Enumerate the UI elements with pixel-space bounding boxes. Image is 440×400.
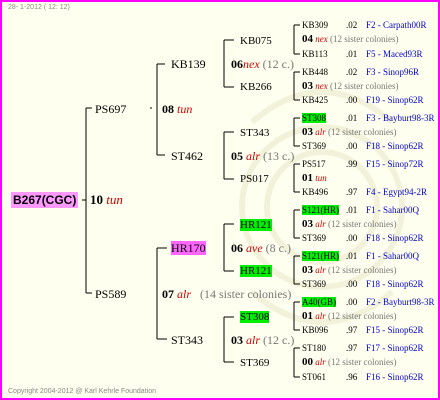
root-generation: 10 tun — [90, 192, 123, 207]
g2-generation: 08 tun — [162, 102, 193, 116]
g4-node[interactable]: HR121 — [240, 264, 272, 278]
g5-row[interactable]: S121(HR) .01 F1 - Sahar00Q — [302, 251, 419, 262]
g5-row[interactable]: KB496.97 F4 - Egypt94-2R — [302, 187, 427, 198]
g5-row[interactable]: PS517.99 F15 - Sinop72R — [302, 159, 424, 170]
g4-node[interactable]: PS017 — [240, 172, 269, 186]
g5-row[interactable]: KB096.97 F15 - Sinop62R — [302, 325, 424, 336]
g5-row[interactable]: KB448.02 F3 - Sinop96R — [302, 67, 419, 78]
g5-row[interactable]: ST369.00 F18 - Sinop62R — [302, 141, 424, 152]
g4-generation: 03 alr (12 sister colonies) — [302, 126, 397, 138]
g5-row[interactable]: ST369.00 F18 - Sinop62R — [302, 233, 424, 244]
g5-row[interactable]: KB309.02 F2 - Carpath00R — [302, 20, 427, 31]
g4-generation: 03 nex (12 sister colonies) — [302, 80, 399, 92]
g2-node[interactable]: PS697 — [95, 102, 126, 116]
g4-node[interactable]: KB075 — [240, 34, 272, 48]
g4-node[interactable]: ST308 — [240, 310, 270, 324]
g3-node[interactable]: KB139 — [171, 57, 206, 71]
g4-node[interactable]: ST369 — [240, 356, 269, 370]
g5-row[interactable]: ST308.01 F3 - Bayburt98-3R — [302, 113, 435, 124]
g3-generation: 06 ave (8 c.) — [231, 241, 291, 255]
g4-generation: 03 alr (12 sister colonies) — [302, 264, 397, 276]
g4-generation: 01 tun — [302, 172, 327, 184]
g5-row[interactable]: ST061.96 F16 - Sinop62R — [302, 372, 424, 383]
g4-generation: 03 alr (12 sister colonies) — [302, 218, 397, 230]
g2-generation: 07 alr (14 sister colonies) — [162, 287, 292, 301]
g3-generation: 05 alr (13 c.) — [231, 149, 295, 163]
g3-node[interactable]: ST343 — [171, 333, 203, 347]
g5-row[interactable]: A40(GB) .00 F2 - Bayburt98-3R — [302, 297, 435, 308]
root-queen[interactable]: B267(CGC) — [11, 192, 79, 208]
g5-row[interactable]: KB425.00 F19 - Sinop62R — [302, 95, 424, 106]
g4-generation: 04 nex (12 sister colonies) — [302, 33, 399, 45]
g5-row[interactable]: S121(HR) .01 F1 - Sahar00Q — [302, 205, 419, 216]
g3-node[interactable]: HR170 — [171, 241, 206, 255]
g4-node[interactable]: ST343 — [240, 126, 269, 140]
g2-node[interactable]: PS589 — [95, 287, 126, 301]
g4-node[interactable]: HR121 — [240, 218, 272, 232]
timestamp: 28- 1-2012 ( 12: 12) — [8, 4, 70, 11]
pedigree-frame: 28- 1-2012 ( 12: 12) B267(CGC) 10 tun PS… — [0, 0, 440, 400]
g5-row[interactable]: KB113.01 F5 - Maced93R — [302, 49, 423, 60]
g4-node[interactable]: KB266 — [240, 80, 272, 94]
g3-generation: 06nex (12 c.) — [231, 57, 294, 71]
g4-generation: 00 alr (12 sister colonies) — [302, 356, 397, 368]
copyright-footer: Copyright 2004-2012 @ Karl Kehrle Founda… — [8, 388, 156, 395]
g3-generation: 03 alr (12 c.) — [231, 333, 295, 347]
g5-row[interactable]: ST369.00 F18 - Sinop62R — [302, 279, 424, 290]
g3-node[interactable]: ST462 — [171, 149, 203, 163]
g5-row[interactable]: ST180.97 F17 - Sinop62R — [302, 343, 424, 354]
g4-generation: 01 alr (12 sister colonies) — [302, 310, 397, 322]
